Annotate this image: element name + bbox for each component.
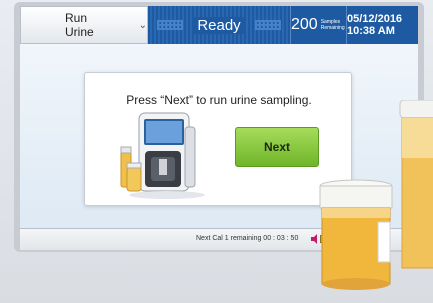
chevron-down-icon: ⌄ [138, 19, 147, 31]
mode-label: Run Urine [65, 11, 94, 39]
run-urine-dialog: Press “Next” to run urine sampling. Next [84, 72, 352, 206]
status-text: Ready [193, 16, 245, 34]
dialog-prompt: Press “Next” to run urine sampling. [126, 93, 312, 107]
status-pattern-left [157, 20, 184, 30]
top-status-bar: Run Urine ⌄ Ready 200 Samples Remaining … [20, 6, 418, 44]
analyzer-illustration [120, 112, 205, 199]
samples-label: Samples Remaining [320, 19, 345, 31]
next-button[interactable]: Next [235, 127, 319, 167]
samples-remaining: 200 Samples Remaining [290, 6, 346, 44]
status-pattern-right [254, 20, 281, 30]
samples-count: 200 [291, 16, 318, 33]
status-indicator: Ready [148, 6, 290, 44]
sample-cup-front [319, 179, 393, 290]
calibration-countdown: Next Cal 1 remaining 00 : 03 : 50 [196, 235, 299, 242]
date-time: 05/12/2016 10:38 AM [346, 6, 418, 44]
mode-dropdown[interactable]: Run Urine ⌄ [20, 6, 148, 44]
